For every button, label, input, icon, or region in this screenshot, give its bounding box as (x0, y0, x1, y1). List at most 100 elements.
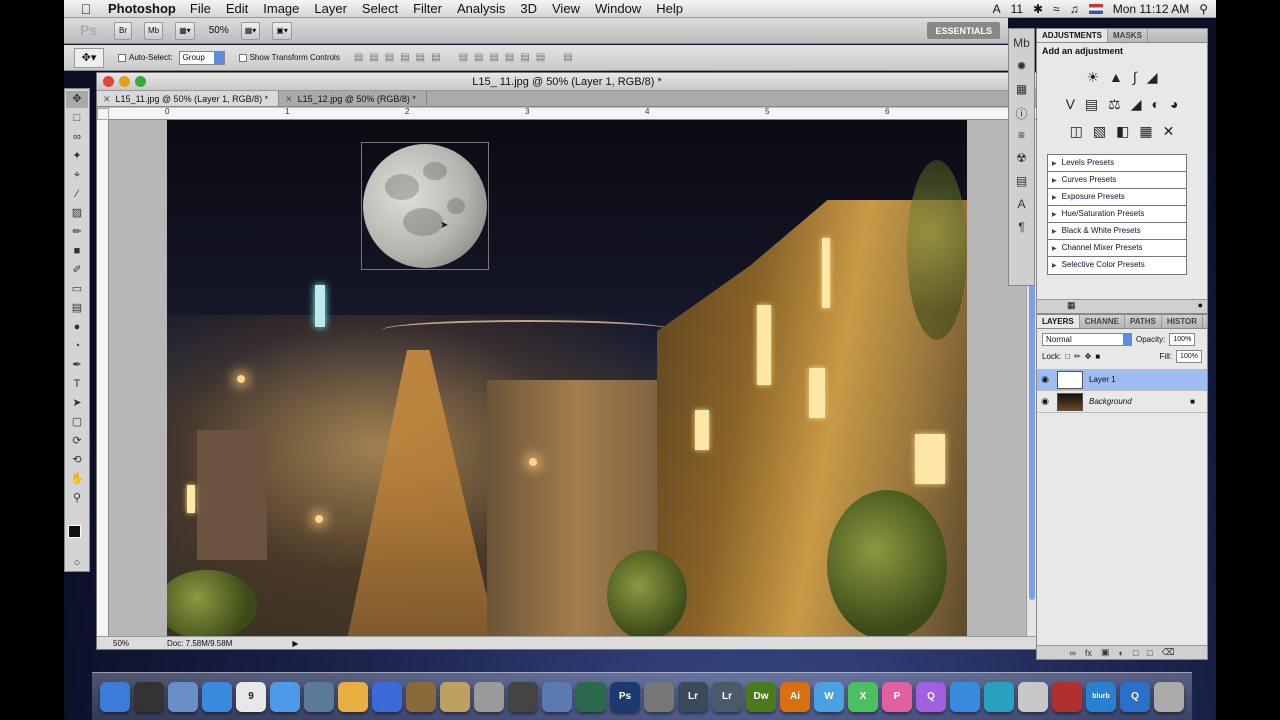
fill-field[interactable]: 100% (1176, 350, 1202, 363)
itunes-icon[interactable] (372, 681, 402, 712)
blurb-icon[interactable]: blurb (1086, 681, 1116, 712)
ical-icon[interactable]: 9 (236, 681, 266, 712)
lasso-tool-icon[interactable]: ∞ (66, 129, 88, 146)
zoom-level[interactable]: 50% (209, 25, 229, 36)
tab-l15-11[interactable]: ✕ L15_11.jpg @ 50% (Layer 1, RGB/8) * (97, 91, 280, 106)
brushes-icon[interactable]: ≡ (1013, 128, 1031, 144)
bridge-button[interactable]: Br (114, 21, 132, 40)
mini-bridge-icon[interactable]: Mb (1013, 36, 1031, 52)
menu-select[interactable]: Select (362, 1, 398, 16)
brightness-icon[interactable]: ☀ (1086, 69, 1099, 86)
hand-tool-icon[interactable]: ✋ (66, 471, 88, 488)
curves-icon[interactable]: ∫ (1133, 69, 1137, 86)
p-icon[interactable]: P (882, 681, 912, 712)
tab-l15-12[interactable]: ✕ L15_12.jpg @ 50% (RGB/8) * (279, 91, 427, 106)
layer-name[interactable]: Layer 1 (1089, 375, 1116, 384)
input-flag-icon[interactable] (1088, 4, 1103, 14)
menu-file[interactable]: File (190, 1, 211, 16)
contacts-icon[interactable] (950, 681, 980, 712)
menu-help[interactable]: Help (656, 1, 683, 16)
clapper-icon[interactable] (508, 681, 538, 712)
opacity-field[interactable]: 100% (1169, 333, 1196, 346)
timemachine-icon[interactable] (576, 681, 606, 712)
panel-options-icon[interactable]: ● (1198, 300, 1203, 310)
quick-select-tool-icon[interactable]: ✦ (66, 148, 88, 165)
menu-view[interactable]: View (552, 1, 580, 16)
preview-icon[interactable] (168, 681, 198, 712)
align-bottom-icon[interactable]: ▤ (385, 52, 394, 63)
tab-adjustments[interactable]: ADJUSTMENTS (1037, 29, 1109, 42)
distribute-vcenter-icon[interactable]: ▤ (474, 52, 483, 63)
screen-icon[interactable] (644, 681, 674, 712)
tool-presets-icon[interactable]: ▤ (1013, 174, 1031, 190)
lightroom2-icon[interactable]: Lr (712, 681, 742, 712)
lock-pixels-icon[interactable]: ✏ (1074, 352, 1081, 361)
menu-3d[interactable]: 3D (520, 1, 537, 16)
auto-select-checkbox[interactable] (118, 53, 126, 62)
eraser-tool-icon[interactable]: ▭ (66, 281, 88, 298)
apple-icon[interactable]:  (64, 1, 108, 17)
visibility-eye-icon[interactable]: ◉ (1037, 374, 1053, 385)
channel-mixer-icon[interactable]: ◕ (1170, 96, 1178, 113)
document-size[interactable]: Doc: 7.58M/9.58M (167, 639, 232, 648)
visibility-eye-icon[interactable]: ◉ (1037, 396, 1053, 407)
workspace-switcher[interactable]: ESSENTIALS (927, 22, 1000, 39)
character-icon[interactable]: A (1013, 197, 1031, 213)
menu-edit[interactable]: Edit (226, 1, 248, 16)
q-icon[interactable]: Q (916, 681, 946, 712)
align-left-icon[interactable]: ▤ (400, 52, 409, 63)
notes-icon[interactable] (338, 681, 368, 712)
path-select-tool-icon[interactable]: ➤ (66, 395, 88, 412)
transform-controls-checkbox[interactable] (238, 53, 247, 62)
menu-layer[interactable]: Layer (314, 1, 347, 16)
iphoto-icon[interactable] (304, 681, 334, 712)
vibrance-icon[interactable]: V (1066, 96, 1075, 113)
clone-source-icon[interactable]: ☢ (1013, 151, 1031, 167)
distribute-top-icon[interactable]: ▤ (459, 52, 468, 63)
menu-image[interactable]: Image (263, 1, 299, 16)
selective-color-icon[interactable]: ✕ (1163, 123, 1175, 140)
docs-icon[interactable] (1018, 681, 1048, 712)
photo-filter-icon[interactable]: ◐ (1151, 96, 1159, 113)
hue-saturation-icon[interactable]: ▤ (1085, 96, 1098, 113)
eyedropper-tool-icon[interactable]: ⁄ (66, 186, 88, 203)
globe-icon[interactable] (984, 681, 1014, 712)
x-icon[interactable]: X (848, 681, 878, 712)
view-extras-button[interactable]: ▦▾ (175, 21, 195, 40)
spotlight-icon[interactable]: ⚲ (1199, 2, 1208, 16)
move-tool-preset[interactable]: ✥▾ (74, 47, 104, 68)
pen-tool-icon[interactable]: ✒ (66, 357, 88, 374)
align-hcenter-icon[interactable]: ▤ (416, 52, 425, 63)
distribute-hcenter-icon[interactable]: ▤ (520, 52, 529, 63)
ruler-origin[interactable] (97, 108, 109, 120)
lock-position-icon[interactable]: ✥ (1085, 352, 1092, 361)
layer-style-icon[interactable]: fx (1085, 648, 1092, 658)
blur-tool-icon[interactable]: ● (66, 319, 88, 336)
tab-history[interactable]: HISTOR (1162, 315, 1203, 328)
layer-name[interactable]: Background (1089, 397, 1132, 406)
menu-app-name[interactable]: Photoshop (108, 1, 176, 16)
blend-mode-select[interactable]: Normal (1042, 333, 1132, 346)
finder-icon[interactable] (100, 681, 130, 712)
zoom-window-icon[interactable] (135, 76, 146, 87)
add-mask-icon[interactable]: ▣ (1101, 647, 1110, 658)
paragraph-icon[interactable]: ¶ (1013, 220, 1031, 236)
layer-row-layer-1[interactable]: ◉ Layer 1 (1037, 369, 1207, 391)
preset-channel-mixer[interactable]: Channel Mixer Presets (1048, 240, 1186, 257)
invert-icon[interactable]: ◫ (1070, 123, 1083, 140)
brush-tool-icon[interactable]: ✏ (66, 224, 88, 241)
lock-all-icon[interactable]: ■ (1095, 352, 1100, 361)
minimize-window-icon[interactable] (119, 76, 130, 87)
volume-icon[interactable]: ♫ (1070, 2, 1079, 16)
quicktime-icon[interactable]: Q (1120, 681, 1150, 712)
status-menu-arrow-icon[interactable]: ▶ (292, 639, 298, 648)
distribute-left-icon[interactable]: ▤ (505, 52, 514, 63)
preset-selective-color[interactable]: Selective Color Presets (1048, 257, 1186, 274)
swatches-icon[interactable]: ▦ (1013, 82, 1031, 98)
exposure-icon[interactable]: ◢ (1147, 69, 1158, 86)
lightroom-icon[interactable]: Lr (678, 681, 708, 712)
tab-masks[interactable]: MASKS (1108, 29, 1148, 42)
imovie-icon[interactable] (474, 681, 504, 712)
move-tool-icon[interactable]: ✥ (66, 91, 88, 108)
new-layer-icon[interactable]: □ (1147, 648, 1152, 658)
